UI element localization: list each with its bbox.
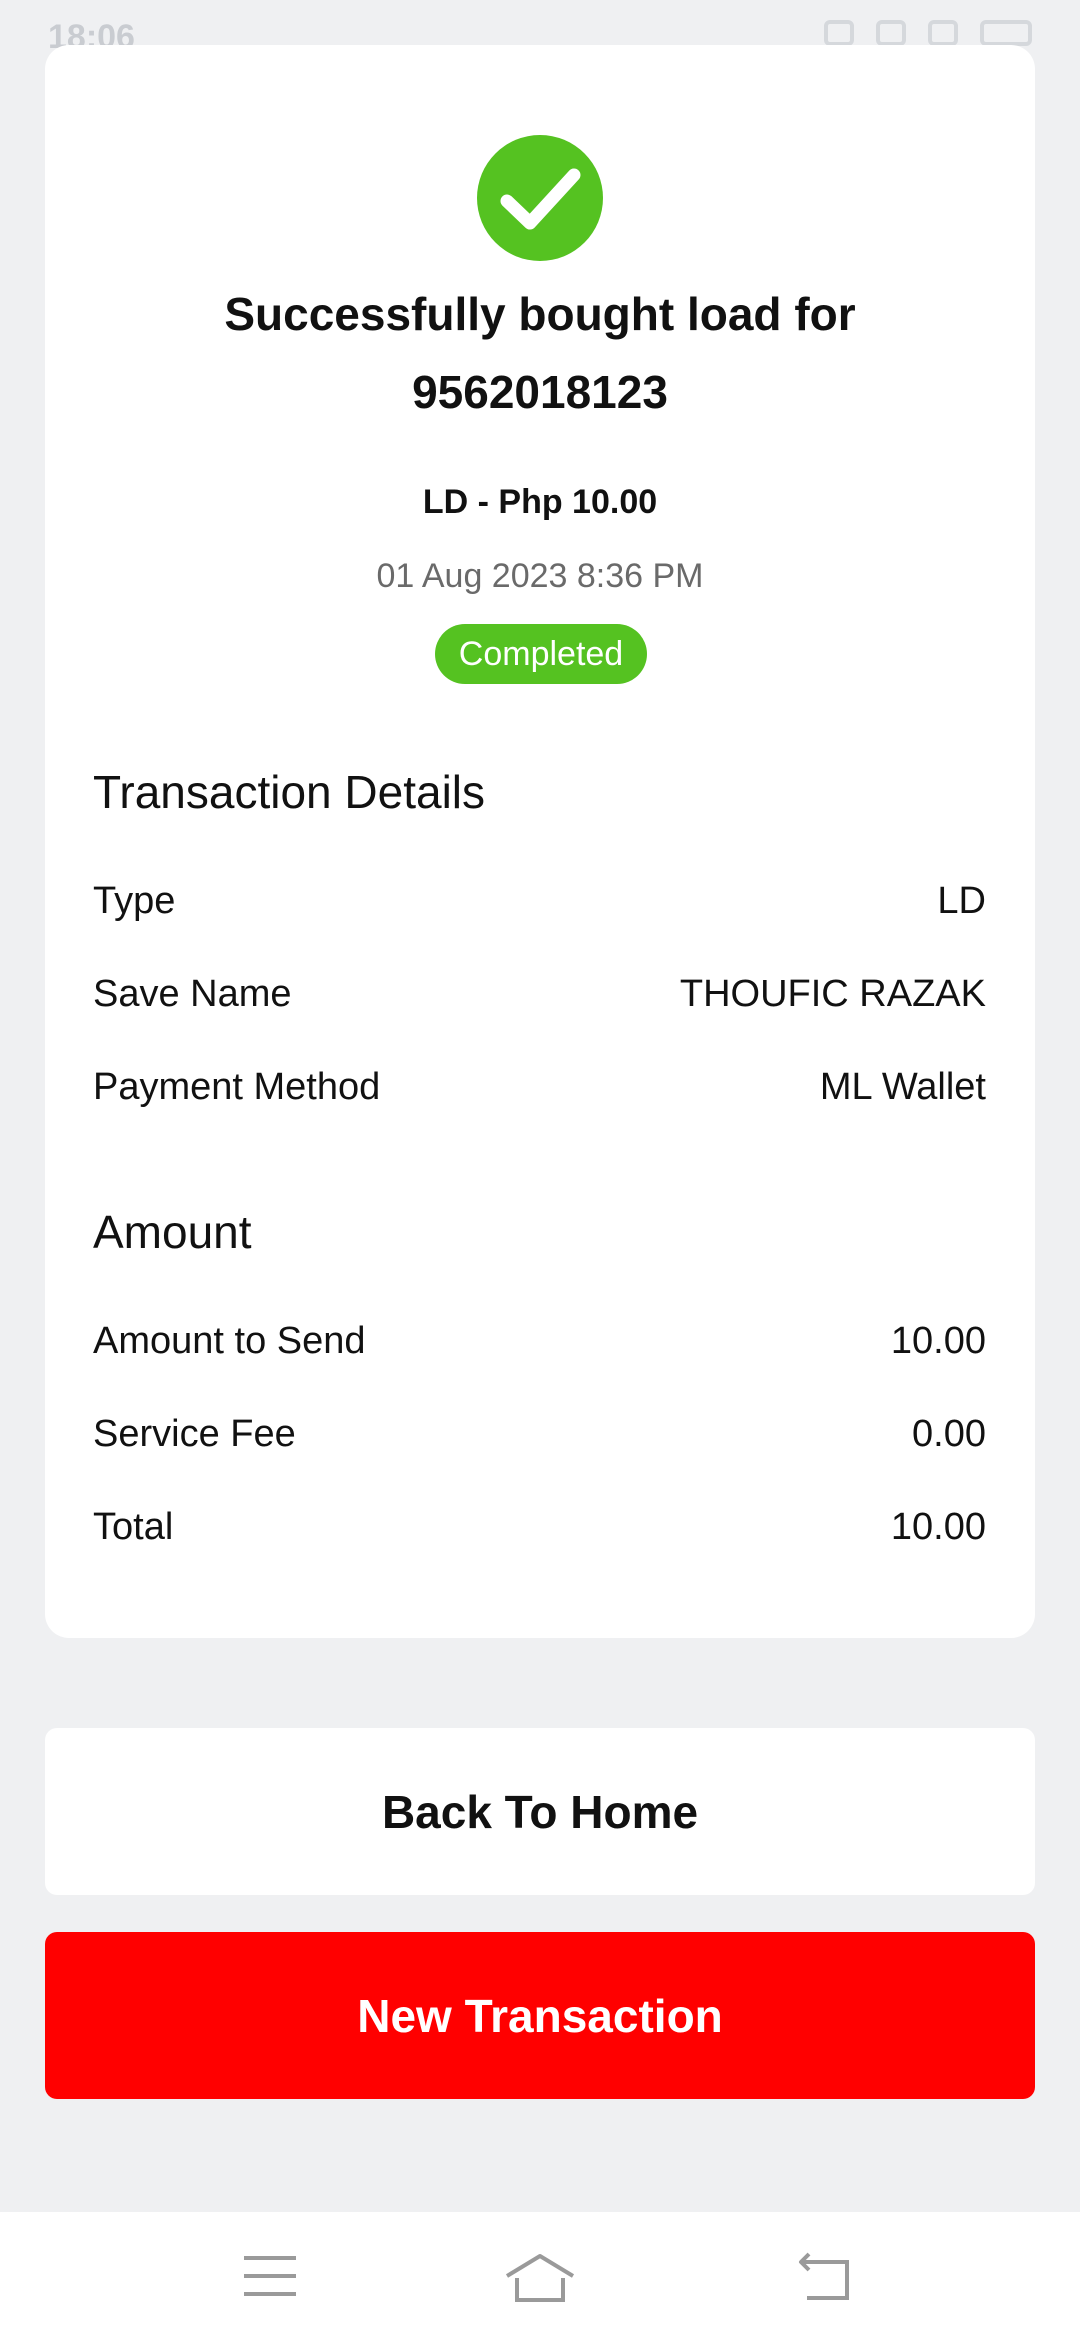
transaction-datetime: 01 Aug 2023 8:36 PM [376, 557, 704, 595]
mobile-number: 9562018123 [412, 366, 668, 418]
amount-value: 10.00 [890, 1505, 986, 1548]
amount-value: 10.00 [890, 1319, 986, 1362]
headline-line-1: Successfully bought load for [224, 288, 856, 340]
home-icon[interactable] [505, 2248, 595, 2308]
product-amount: LD - Php 10.00 [422, 483, 658, 521]
detail-row-save-name: Save Name THOUFIC RAZAK [93, 969, 986, 1019]
status-badge: Completed [435, 624, 647, 684]
menu-icon[interactable] [244, 2248, 334, 2308]
detail-value: THOUFIC RAZAK [679, 972, 986, 1015]
amount-label: Service Fee [93, 1412, 296, 1455]
receipt-card: Successfully bought load for 9562018123 … [45, 45, 1035, 1638]
detail-value: LD [937, 879, 986, 922]
amount-label: Amount to Send [93, 1319, 366, 1362]
amount-row-send: Amount to Send 10.00 [93, 1316, 986, 1366]
battery-icon [980, 20, 1032, 46]
vibrate-icon [876, 20, 906, 46]
transaction-details-title: Transaction Details [93, 766, 486, 818]
amount-row-total: Total 10.00 [93, 1502, 986, 1552]
amount-title: Amount [93, 1206, 252, 1258]
detail-label: Type [93, 879, 176, 922]
check-circle-icon [477, 135, 603, 261]
wifi-icon [928, 20, 958, 46]
success-headline: Successfully bought load for 9562018123 [45, 275, 1035, 431]
back-to-home-button[interactable]: Back To Home [45, 1728, 1035, 1895]
amount-value: 0.00 [912, 1412, 986, 1455]
detail-row-payment-method: Payment Method ML Wallet [93, 1062, 986, 1112]
detail-label: Save Name [93, 972, 292, 1015]
detail-value: ML Wallet [819, 1065, 986, 1108]
detail-label: Payment Method [93, 1065, 381, 1108]
new-transaction-button[interactable]: New Transaction [45, 1932, 1035, 2099]
amount-row-fee: Service Fee 0.00 [93, 1409, 986, 1459]
system-nav-bar [0, 2212, 1080, 2340]
amount-label: Total [93, 1505, 174, 1548]
back-icon[interactable] [795, 2248, 885, 2308]
detail-row-type: Type LD [93, 876, 986, 926]
status-icons [824, 20, 1032, 46]
location-icon [824, 20, 854, 46]
